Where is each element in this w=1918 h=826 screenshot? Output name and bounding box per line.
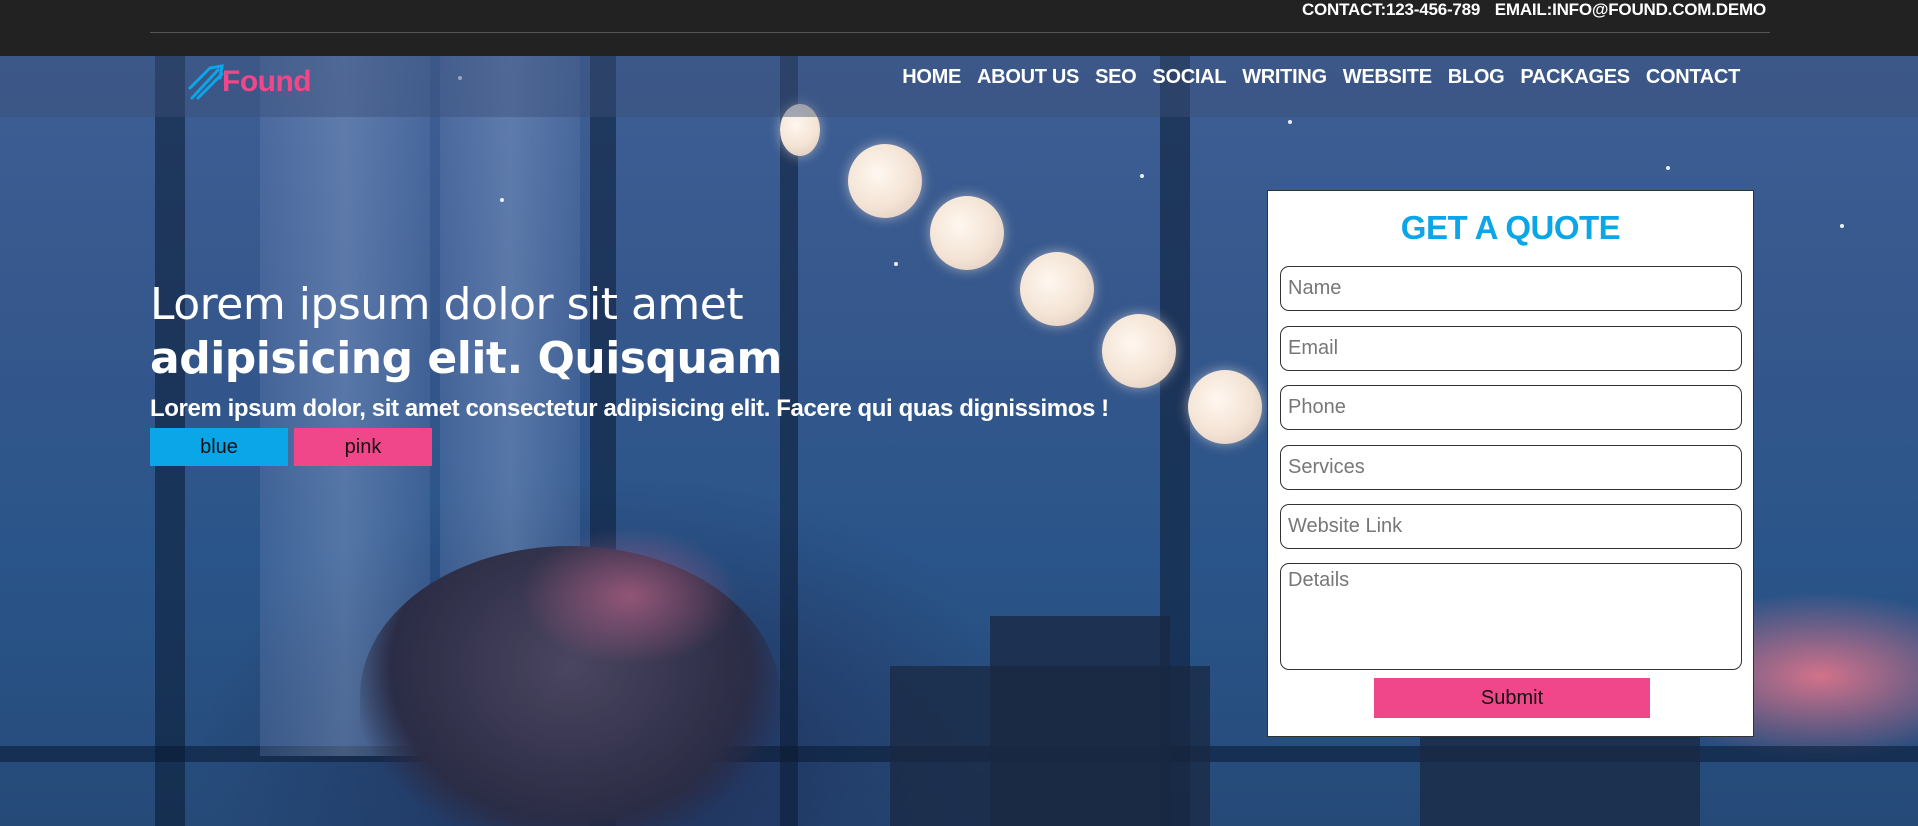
star	[500, 198, 504, 202]
moon	[1020, 252, 1094, 326]
arrows-logo-icon	[188, 62, 232, 102]
brand-name: Found	[222, 65, 312, 98]
hero-headline: Lorem ipsum dolor sit amet adipisicing e…	[150, 278, 910, 386]
name-field[interactable]	[1280, 266, 1742, 311]
star	[1840, 224, 1844, 228]
nav-home[interactable]: HOME	[894, 63, 969, 91]
nav-writing[interactable]: WRITING	[1234, 63, 1335, 91]
hero-subline: Lorem ipsum dolor, sit amet consectetur …	[150, 395, 1109, 422]
blue-button[interactable]: blue	[150, 428, 288, 466]
nav-social[interactable]: SOCIAL	[1144, 63, 1234, 91]
quote-title: GET A QUOTE	[1400, 209, 1621, 246]
moon	[930, 196, 1004, 270]
submit-button[interactable]: Submit	[1374, 678, 1650, 718]
window-frame	[780, 56, 798, 826]
nav-website[interactable]: WEBSITE	[1335, 63, 1440, 91]
phone-field[interactable]	[1280, 385, 1742, 430]
pink-button[interactable]: pink	[294, 428, 432, 466]
contact-phone: CONTACT:123-456-789	[1301, 0, 1481, 19]
quote-form: GET A QUOTE Submit	[1267, 190, 1754, 737]
hero-headline-line2: adipisicing elit. Quisquam	[150, 333, 782, 384]
star	[1140, 174, 1144, 178]
top-bar: CONTACT:123-456-789 EMAIL:INFO@FOUND.COM…	[0, 0, 1918, 56]
city-silhouette	[990, 616, 1170, 826]
moon	[1102, 314, 1176, 388]
star	[1666, 166, 1670, 170]
nav-about-us[interactable]: ABOUT US	[969, 63, 1087, 91]
top-bar-inner: CONTACT:123-456-789 EMAIL:INFO@FOUND.COM…	[150, 0, 1770, 33]
details-field[interactable]	[1280, 563, 1742, 670]
nav-contact[interactable]: CONTACT	[1638, 63, 1748, 91]
moon	[1188, 370, 1262, 444]
nav-packages[interactable]: PACKAGES	[1512, 63, 1637, 91]
star	[1288, 120, 1292, 124]
services-field[interactable]	[1280, 445, 1742, 490]
contact-email: EMAIL:INFO@FOUND.COM.DEMO	[1494, 0, 1766, 19]
contact-info: CONTACT:123-456-789 EMAIL:INFO@FOUND.COM…	[1292, 0, 1766, 20]
website-link-field[interactable]	[1280, 504, 1742, 549]
brand-logo[interactable]: Found	[188, 62, 312, 102]
moon	[848, 144, 922, 218]
nav-blog[interactable]: BLOG	[1440, 63, 1513, 91]
main-nav: HOME ABOUT US SEO SOCIAL WRITING WEBSITE…	[894, 63, 1748, 91]
star	[894, 262, 898, 266]
nav-seo[interactable]: SEO	[1087, 63, 1144, 91]
hero-headline-line1: Lorem ipsum dolor sit amet	[150, 279, 744, 330]
email-field[interactable]	[1280, 326, 1742, 371]
figure-hair-glow	[520, 526, 740, 666]
